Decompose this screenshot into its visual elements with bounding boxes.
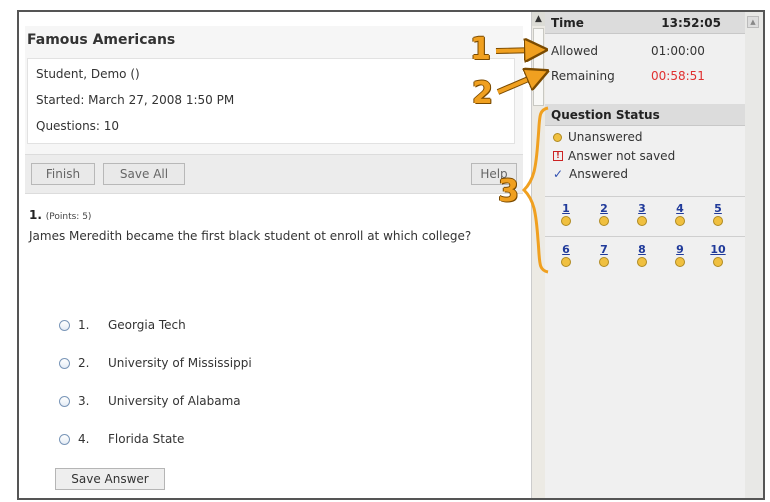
question-link-number[interactable]: 4 [670, 203, 690, 215]
question-text: James Meredith became the first black st… [29, 229, 472, 243]
unanswered-dot-icon [637, 216, 647, 226]
quiz-title: Famous Americans [27, 32, 176, 48]
question-link-2[interactable]: 2 [594, 203, 614, 226]
question-link-8[interactable]: 8 [632, 244, 652, 267]
question-link-number[interactable]: 6 [556, 244, 576, 256]
allowed-value: 01:00:00 [651, 44, 705, 58]
scroll-thumb[interactable] [533, 28, 544, 106]
question-link-6[interactable]: 6 [556, 244, 576, 267]
legend-label: Answer not saved [568, 149, 676, 163]
answer-option-3[interactable]: 3. University of Alabama [59, 392, 241, 410]
start-time: Started: March 27, 2008 1:50 PM [36, 93, 235, 107]
help-button[interactable]: Help [471, 163, 517, 185]
quiz-toolbar: Finish Save All Help [25, 154, 523, 194]
question-link-number[interactable]: 2 [594, 203, 614, 215]
question-link-number[interactable]: 9 [670, 244, 690, 256]
save-answer-button[interactable]: Save Answer [55, 468, 165, 490]
legend-unanswered: Unanswered [553, 130, 642, 144]
option-label: University of Alabama [108, 394, 241, 408]
quiz-main-pane: Famous Americans Student, Demo () Starte… [19, 12, 531, 498]
question-number: 1. [29, 208, 42, 222]
answer-option-1[interactable]: 1. Georgia Tech [59, 316, 186, 334]
remaining-value: 00:58:51 [651, 69, 705, 83]
legend-label: Unanswered [568, 130, 643, 144]
unanswered-dot-icon [599, 257, 609, 267]
option-number: 2. [78, 356, 90, 370]
checkmark-icon: ✓ [553, 167, 564, 181]
current-clock: 13:52:05 [661, 16, 721, 30]
legend-answered: ✓ Answered [553, 167, 628, 181]
question-count: Questions: 10 [36, 119, 120, 133]
question-link-1[interactable]: 1 [556, 203, 576, 226]
question-link-number[interactable]: 1 [556, 203, 576, 215]
radio-button[interactable] [59, 319, 70, 331]
legend-not-saved: ! Answer not saved [553, 149, 675, 163]
status-sidebar: Time 13:52:05 Allowed 01:00:00 Remaining… [545, 12, 763, 498]
option-label: University of Mississippi [108, 356, 252, 370]
question-link-10[interactable]: 10 [708, 244, 728, 267]
question-header: 1. (Points: 5) [29, 208, 91, 222]
time-header: Time 13:52:05 [545, 12, 745, 34]
unanswered-dot-icon [713, 216, 723, 226]
sidebar-scrollbar[interactable]: ▲ [745, 12, 763, 498]
divider [545, 196, 745, 197]
quiz-info-box: Student, Demo () Started: March 27, 2008… [27, 58, 515, 144]
option-label: Georgia Tech [108, 318, 186, 332]
question-link-9[interactable]: 9 [670, 244, 690, 267]
question-link-number[interactable]: 10 [708, 244, 728, 256]
question-link-5[interactable]: 5 [708, 203, 728, 226]
option-number: 1. [78, 318, 90, 332]
answer-option-2[interactable]: 2. University of Mississippi [59, 354, 252, 372]
quiz-window: Famous Americans Student, Demo () Starte… [17, 10, 765, 500]
question-status-header: Question Status [545, 104, 745, 126]
option-label: Florida State [108, 432, 185, 446]
question-link-number[interactable]: 5 [708, 203, 728, 215]
scroll-up-arrow-icon[interactable]: ▲ [747, 16, 759, 28]
question-points: (Points: 5) [45, 212, 92, 222]
unanswered-dot-icon [675, 257, 685, 267]
radio-button[interactable] [59, 433, 70, 445]
legend-label: Answered [569, 167, 628, 181]
question-link-4[interactable]: 4 [670, 203, 690, 226]
question-link-number[interactable]: 7 [594, 244, 614, 256]
scroll-up-arrow-icon[interactable]: ▲ [532, 12, 545, 26]
question-link-number[interactable]: 3 [632, 203, 652, 215]
main-scrollbar[interactable]: ▲ [531, 12, 545, 498]
answer-option-4[interactable]: 4. Florida State [59, 430, 184, 448]
radio-button[interactable] [59, 357, 70, 369]
unanswered-dot-icon [561, 257, 571, 267]
allowed-label: Allowed [551, 44, 599, 58]
student-name: Student, Demo () [36, 67, 140, 81]
question-link-3[interactable]: 3 [632, 203, 652, 226]
divider [545, 236, 745, 237]
unanswered-dot-icon [553, 132, 562, 142]
unanswered-dot-icon [675, 216, 685, 226]
radio-button[interactable] [59, 395, 70, 407]
question-link-7[interactable]: 7 [594, 244, 614, 267]
time-allowed-row: Allowed 01:00:00 [551, 44, 741, 58]
time-label: Time [551, 16, 584, 30]
option-number: 4. [78, 432, 90, 446]
question-link-number[interactable]: 8 [632, 244, 652, 256]
unanswered-dot-icon [637, 257, 647, 267]
time-remaining-row: Remaining 00:58:51 [551, 69, 741, 83]
option-number: 3. [78, 394, 90, 408]
finish-button[interactable]: Finish [31, 163, 95, 185]
not-saved-icon: ! [553, 151, 563, 161]
save-all-button[interactable]: Save All [103, 163, 185, 185]
unanswered-dot-icon [561, 216, 571, 226]
unanswered-dot-icon [599, 216, 609, 226]
unanswered-dot-icon [713, 257, 723, 267]
remaining-label: Remaining [551, 69, 615, 83]
